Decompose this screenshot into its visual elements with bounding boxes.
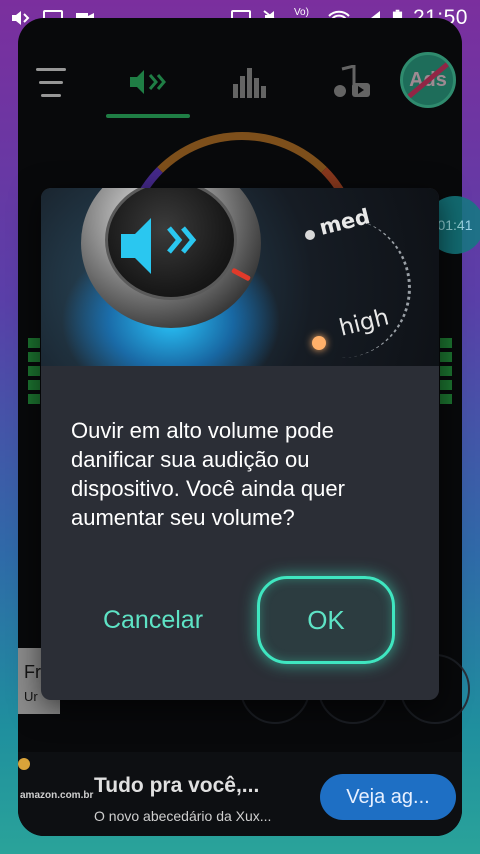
- dialog-hero-image: med high: [41, 188, 439, 366]
- ad-banner[interactable]: amazon.com.br Tudo pra você,... O novo a…: [18, 752, 462, 836]
- ad-brand-logo: amazon.com.br: [20, 790, 94, 801]
- ok-button[interactable]: OK: [257, 576, 395, 664]
- dialog-message: Ouvir em alto volume pode danificar sua …: [71, 418, 345, 530]
- ad-cta-button[interactable]: Veja ag...: [320, 774, 456, 820]
- ad-info-icon[interactable]: [18, 758, 30, 770]
- ad-description: O novo abecedário da Xux...: [94, 808, 272, 824]
- ad-title: Tudo pra você,...: [94, 774, 260, 797]
- med-dot: [305, 230, 315, 240]
- high-dot: [312, 336, 326, 350]
- high-volume-warning-dialog: med high Ouvir em alto volume pode danif…: [41, 188, 439, 700]
- volume-boost-icon: [121, 218, 197, 274]
- cancel-button[interactable]: Cancelar: [93, 590, 213, 650]
